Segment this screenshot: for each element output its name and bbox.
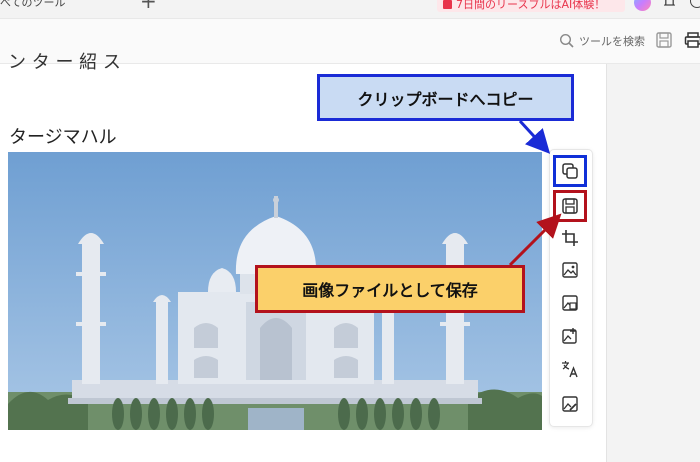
- search-icon: [559, 33, 574, 48]
- bell-icon[interactable]: [664, 0, 675, 8]
- image-icon: [562, 262, 578, 278]
- export-image-button[interactable]: [553, 320, 587, 352]
- replace-image-button[interactable]: [553, 254, 587, 286]
- edit-image-button[interactable]: [553, 388, 587, 420]
- new-tab-plus-icon[interactable]: +: [140, 0, 157, 11]
- copy-icon: [562, 163, 578, 179]
- callout-copy-to-clipboard: クリップボードへコピー: [317, 74, 574, 121]
- avatar[interactable]: [634, 0, 651, 11]
- save-icon: [562, 198, 578, 214]
- save-as-image-file-button[interactable]: [553, 190, 587, 222]
- tab-bar: べてのツール + 7日間のリースブルはAI体験！: [0, 0, 700, 18]
- callout-save-as-image: 画像ファイルとして保存: [255, 265, 525, 313]
- translate-text-button[interactable]: [553, 353, 587, 385]
- document-text-line: ン タ ー 紹 ス: [8, 52, 121, 73]
- right-panel: [606, 64, 700, 462]
- arrow-to-copy: [518, 119, 551, 154]
- image-extract-icon: [562, 295, 578, 311]
- document-heading: タージマハル: [9, 127, 117, 148]
- tool-search[interactable]: ツールを検索: [557, 31, 647, 51]
- gift-icon: [443, 0, 452, 9]
- print-icon[interactable]: [684, 31, 700, 49]
- crop-icon: [562, 230, 578, 246]
- save-icon[interactable]: [655, 31, 673, 49]
- translate-icon: [562, 361, 578, 378]
- image-edit-icon: [562, 396, 578, 412]
- extract-image-button[interactable]: [553, 287, 587, 319]
- promo-text: 7日間のリースブルはAI体験！: [456, 0, 606, 11]
- tool-search-label: ツールを検索: [579, 35, 645, 48]
- crop-button[interactable]: [553, 222, 587, 254]
- promo-banner[interactable]: 7日間のリースブルはAI体験！: [437, 0, 625, 12]
- image-export-icon: [562, 328, 577, 344]
- copy-to-clipboard-button[interactable]: [553, 155, 587, 187]
- help-icon[interactable]: [690, 0, 700, 8]
- tab-all-tools[interactable]: べてのツール: [0, 0, 66, 10]
